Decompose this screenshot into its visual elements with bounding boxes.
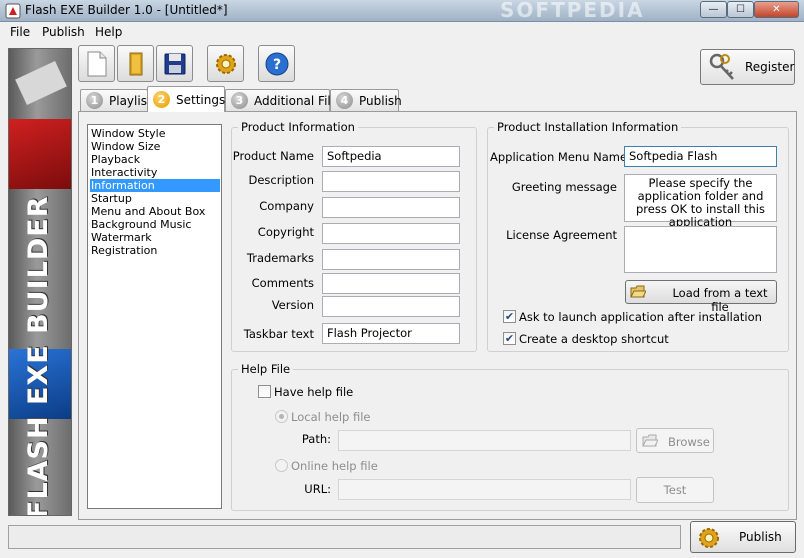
taskbar-text-field[interactable]: Flash Projector	[322, 323, 460, 344]
list-item-registration[interactable]: Registration	[90, 244, 220, 257]
app-menu-name-field[interactable]: Softpedia Flash	[624, 146, 777, 167]
new-document-icon	[87, 51, 107, 77]
publish-button[interactable]: Publish	[690, 521, 796, 553]
browse-label: Browse	[668, 435, 710, 449]
local-help-file-label: Local help file	[291, 410, 371, 424]
tab-additional-files[interactable]: 3 Additional Files	[225, 89, 344, 111]
register-button[interactable]: Register	[700, 49, 795, 85]
list-item-window-style[interactable]: Window Style	[90, 127, 220, 140]
minimize-button[interactable]: —	[700, 1, 727, 18]
url-field[interactable]	[338, 479, 631, 500]
desktop-shortcut-label: Create a desktop shortcut	[519, 332, 669, 346]
greeting-message-label: Greeting message	[511, 180, 617, 194]
product-banner: FLASH EXE BUILDER	[8, 48, 72, 516]
settings-category-list[interactable]: Window Style Window Size Playback Intera…	[87, 124, 222, 509]
open-folder-icon	[630, 285, 646, 298]
menu-help[interactable]: Help	[95, 25, 122, 39]
online-help-file-radio[interactable]	[275, 459, 288, 472]
license-agreement-label: License Agreement	[506, 228, 617, 242]
gear-icon	[699, 528, 719, 548]
tab-number-3: 3	[231, 92, 248, 109]
folder-icon	[642, 434, 658, 447]
open-folder-icon	[129, 52, 143, 76]
publish-label: Publish	[739, 530, 782, 544]
desktop-shortcut-checkbox[interactable]	[503, 332, 516, 345]
tab-number-4: 4	[336, 92, 353, 109]
list-item-window-size[interactable]: Window Size	[90, 140, 220, 153]
list-item-playback[interactable]: Playback	[90, 153, 220, 166]
version-field[interactable]	[322, 296, 460, 317]
title-bar[interactable]: Flash EXE Builder 1.0 - [Untitled*] SOFT…	[0, 0, 804, 22]
ask-launch-checkbox[interactable]	[503, 310, 516, 323]
product-name-label: Product Name	[232, 149, 314, 163]
comments-label: Comments	[251, 276, 314, 290]
group-title: Product Installation Information	[494, 120, 682, 134]
trademarks-label: Trademarks	[246, 251, 314, 265]
svg-text:?: ?	[273, 57, 281, 73]
list-item-watermark[interactable]: Watermark	[90, 231, 220, 244]
watermark-text: SOFTPEDIA	[500, 0, 645, 22]
company-label: Company	[259, 199, 314, 213]
path-label: Path:	[301, 432, 331, 446]
options-button[interactable]	[207, 45, 244, 82]
copyright-label: Copyright	[257, 225, 314, 239]
have-help-file-checkbox[interactable]	[258, 385, 271, 398]
tab-label: Settings	[176, 93, 226, 107]
taskbar-text-label: Taskbar text	[243, 327, 314, 341]
register-label: Register	[745, 60, 795, 74]
tab-settings[interactable]: 2 Settings	[147, 86, 225, 112]
tab-number-1: 1	[86, 92, 103, 109]
list-item-background-music[interactable]: Background Music	[90, 218, 220, 231]
copyright-field[interactable]	[322, 223, 460, 244]
trademarks-field[interactable]	[322, 249, 460, 270]
menu-file[interactable]: File	[10, 25, 30, 39]
group-title: Help File	[238, 362, 294, 376]
comments-field[interactable]	[322, 273, 460, 294]
path-field[interactable]	[338, 430, 631, 451]
list-item-startup[interactable]: Startup	[90, 192, 220, 205]
tab-playlist[interactable]: 1 Playlist	[80, 89, 152, 111]
browse-button[interactable]: Browse	[636, 428, 714, 453]
app-menu-name-label: Application Menu Name	[490, 150, 628, 164]
company-field[interactable]	[322, 197, 460, 218]
save-button[interactable]	[156, 45, 193, 82]
group-title: Product Information	[238, 120, 358, 134]
online-help-file-label: Online help file	[291, 459, 378, 473]
url-label: URL:	[304, 482, 331, 496]
tab-number-2: 2	[153, 91, 170, 108]
load-text-file-button[interactable]: Load from a text file	[625, 280, 777, 314]
maximize-button[interactable]: ☐	[727, 1, 754, 18]
tab-publish[interactable]: 4 Publish	[330, 89, 402, 111]
tab-label: Publish	[359, 94, 402, 108]
settings-gear-icon	[216, 54, 236, 74]
close-button[interactable]: ✕	[754, 1, 799, 18]
list-item-interactivity[interactable]: Interactivity	[90, 166, 220, 179]
new-button[interactable]	[78, 45, 115, 82]
window-title: Flash EXE Builder 1.0 - [Untitled*]	[25, 3, 228, 17]
save-disk-icon	[164, 53, 186, 75]
ask-launch-label: Ask to launch application after installa…	[519, 310, 762, 324]
local-help-file-radio[interactable]	[275, 410, 288, 423]
help-button[interactable]: ?	[258, 45, 295, 82]
menu-bar: File Publish Help	[0, 22, 804, 43]
description-label: Description	[248, 173, 315, 187]
list-item-information[interactable]: Information	[90, 179, 220, 192]
list-item-menu-about[interactable]: Menu and About Box	[90, 205, 220, 218]
tab-label: Playlist	[109, 94, 152, 108]
license-agreement-field[interactable]	[624, 226, 777, 273]
banner-logo-text: FLASH EXE BUILDER	[23, 195, 54, 516]
app-icon	[5, 3, 21, 19]
help-question-icon: ?	[265, 52, 289, 76]
greeting-message-field[interactable]: Please specify the application folder an…	[624, 174, 777, 229]
keys-icon	[709, 53, 734, 80]
open-button[interactable]	[117, 45, 154, 82]
description-field[interactable]	[322, 171, 460, 192]
menu-publish[interactable]: Publish	[42, 25, 85, 39]
test-button[interactable]: Test	[636, 477, 714, 503]
version-label: Version	[271, 298, 314, 312]
product-name-field[interactable]: Softpedia	[322, 146, 460, 167]
status-bar	[8, 525, 681, 549]
have-help-file-label: Have help file	[274, 385, 354, 399]
